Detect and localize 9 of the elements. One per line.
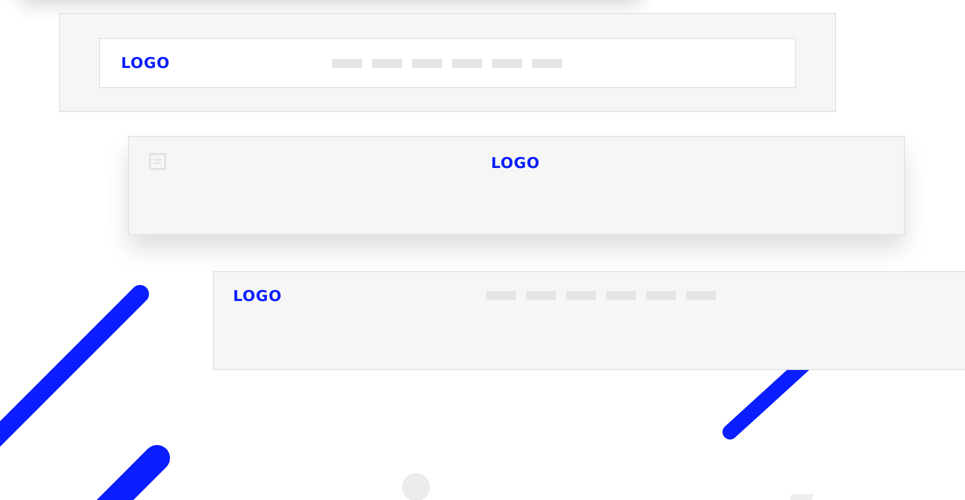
nav-placeholder bbox=[532, 58, 562, 68]
logo: LOGO bbox=[491, 154, 540, 172]
nav-placeholder bbox=[452, 58, 482, 68]
logo: LOGO bbox=[121, 54, 170, 72]
logo: LOGO bbox=[233, 287, 282, 305]
nav-placeholder bbox=[372, 58, 402, 68]
nav-placeholder bbox=[412, 58, 442, 68]
nav-placeholder bbox=[492, 58, 522, 68]
nav-placeholder bbox=[332, 58, 362, 68]
